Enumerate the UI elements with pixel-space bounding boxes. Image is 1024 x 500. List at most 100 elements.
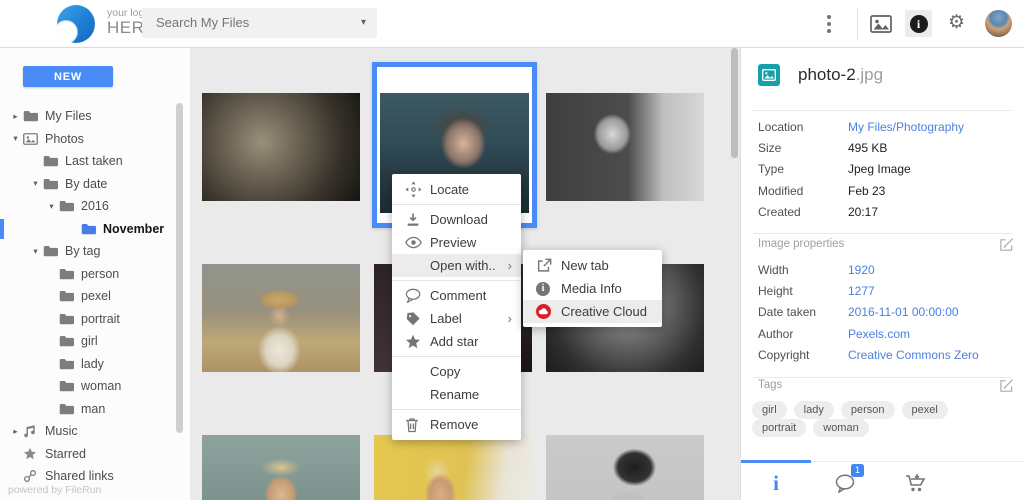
search-dropdown-caret-icon[interactable]: ▾ [361, 8, 366, 38]
tag-pill-person[interactable]: person [840, 401, 895, 419]
menu-item-label: Remove [430, 417, 479, 432]
sidebar-item-label: Music [45, 424, 78, 439]
menu-item-download[interactable]: Download [392, 208, 521, 231]
sidebar-item-pexel[interactable]: pexel [0, 285, 186, 308]
sidebar-item-november[interactable]: November [0, 218, 186, 241]
submenu-chevron-icon: › [507, 258, 512, 273]
sidebar-item-photos[interactable]: ▾ Photos [0, 128, 186, 151]
sidebar-item-portrait[interactable]: portrait [0, 308, 186, 331]
menu-item-label: Label [430, 311, 462, 326]
star-menu-icon [405, 334, 422, 349]
sidebar-item-by-date[interactable]: ▾ By date [0, 173, 186, 196]
user-avatar[interactable] [985, 10, 1012, 37]
submenu-item-new-tab[interactable]: New tab [523, 254, 662, 277]
menu-item-label: Copy [430, 364, 461, 379]
sidebar-item-girl[interactable]: girl [0, 330, 186, 353]
photo-thumb-9[interactable] [546, 435, 704, 500]
detail-label: Created [758, 205, 801, 220]
menu-item-label: Rename [430, 387, 480, 402]
tag-pill-portrait[interactable]: portrait [752, 419, 807, 437]
info-tab-icon: i [773, 470, 779, 495]
sidebar: NEW ▸ My Files ▾ Photos Last taken ▾ By date ▾ 2… [0, 48, 190, 500]
menu-item-comment[interactable]: Comment [392, 284, 521, 307]
folder-icon [23, 110, 38, 123]
detail-label: Size [758, 141, 782, 156]
file-header: photo-2.jpg [758, 64, 883, 86]
sidebar-item-label: By tag [65, 244, 101, 259]
caret-down-icon[interactable]: ▾ [8, 133, 23, 144]
sidebar-item-last-taken[interactable]: Last taken [0, 150, 186, 173]
detail-label: Author [758, 326, 794, 341]
menu-item-label: New tab [561, 258, 609, 273]
menu-item-rename[interactable]: Rename [392, 383, 521, 406]
info-toggle-button[interactable]: i [905, 10, 932, 37]
submenu-item-creative-cloud[interactable]: Creative Cloud [523, 300, 662, 323]
edit-tags-icon[interactable] [999, 378, 1014, 393]
sidebar-item-lady[interactable]: lady [0, 353, 186, 376]
photo-thumb-8[interactable] [374, 435, 532, 500]
detail-value[interactable]: 1920 [848, 263, 875, 277]
app-logo[interactable] [55, 5, 97, 45]
photo-thumb-1[interactable] [202, 93, 360, 201]
detail-value[interactable]: Pexels.com [848, 327, 910, 341]
menu-item-open-with[interactable]: Open with.. › [392, 254, 521, 277]
tab-cart[interactable] [881, 468, 951, 498]
caret-right-icon[interactable]: ▸ [8, 111, 23, 122]
folder-icon [59, 357, 74, 370]
tab-comments[interactable]: 1 [811, 464, 881, 498]
sidebar-item-man[interactable]: man [0, 398, 186, 421]
newtab-icon [536, 258, 553, 274]
sidebar-item-by-tag[interactable]: ▾ By tag [0, 240, 186, 263]
detail-value: Feb 23 [848, 183, 886, 198]
kebab-menu-icon[interactable] [822, 14, 836, 34]
sidebar-item-label: man [81, 401, 106, 416]
edit-properties-icon[interactable] [999, 237, 1014, 252]
sidebar-item-person[interactable]: person [0, 263, 186, 286]
menu-item-add-star[interactable]: Add star [392, 330, 521, 353]
divider [753, 377, 1012, 378]
sidebar-item-2016[interactable]: ▾ 2016 [0, 195, 186, 218]
caret-right-icon[interactable]: ▸ [8, 426, 23, 437]
tag-pill-girl[interactable]: girl [752, 401, 787, 419]
photo-thumb-7[interactable] [202, 435, 360, 500]
sidebar-item-starred[interactable]: Starred [0, 443, 186, 466]
image-view-icon[interactable] [870, 14, 892, 34]
menu-item-remove[interactable]: Remove [392, 413, 521, 436]
detail-row-modified: Modified Feb 23 [741, 180, 1024, 201]
info-icon: i [909, 14, 928, 33]
sidebar-item-woman[interactable]: woman [0, 375, 186, 398]
menu-item-locate[interactable]: Locate [392, 178, 521, 201]
photo-thumb-4[interactable] [202, 264, 360, 372]
caret-down-icon[interactable]: ▾ [44, 201, 59, 212]
logo-circle-white [55, 21, 77, 43]
top-bar: your logo HERE Search My Files ▾ i ⚙ [0, 0, 1024, 48]
main-scrollbar[interactable] [731, 48, 738, 158]
tag-pill-woman[interactable]: woman [813, 419, 869, 437]
comment-icon [405, 288, 422, 303]
sidebar-item-label: person [81, 266, 120, 281]
menu-item-copy[interactable]: Copy [392, 360, 521, 383]
file-extension: .jpg [855, 65, 884, 84]
tag-pill-pexel[interactable]: pexel [901, 401, 948, 419]
tab-info[interactable]: i [741, 468, 811, 498]
detail-value: 495 KB [848, 141, 888, 156]
menu-item-label[interactable]: Label › [392, 307, 521, 330]
sidebar-scrollbar[interactable] [176, 103, 183, 433]
settings-gear-icon[interactable]: ⚙ [948, 11, 965, 34]
caret-down-icon[interactable]: ▾ [28, 246, 43, 257]
detail-value[interactable]: 2016-11-01 00:00:00 [848, 305, 959, 319]
tag-pill-lady[interactable]: lady [793, 401, 834, 419]
sidebar-item-label: pexel [81, 289, 111, 304]
detail-value[interactable]: 1277 [848, 284, 875, 298]
caret-down-icon[interactable]: ▾ [28, 178, 43, 189]
detail-value[interactable]: My Files/Photography [848, 120, 964, 134]
search-input[interactable]: Search My Files ▾ [142, 8, 377, 38]
menu-item-preview[interactable]: Preview [392, 231, 521, 254]
submenu-item-media-info[interactable]: i Media Info [523, 277, 662, 300]
menu-separator [392, 204, 521, 205]
new-button[interactable]: NEW [23, 66, 113, 87]
detail-value[interactable]: Creative Commons Zero [848, 348, 979, 362]
sidebar-item-my-files[interactable]: ▸ My Files [0, 105, 186, 128]
sidebar-item-music[interactable]: ▸ Music [0, 420, 186, 443]
photo-thumb-3[interactable] [546, 93, 704, 201]
